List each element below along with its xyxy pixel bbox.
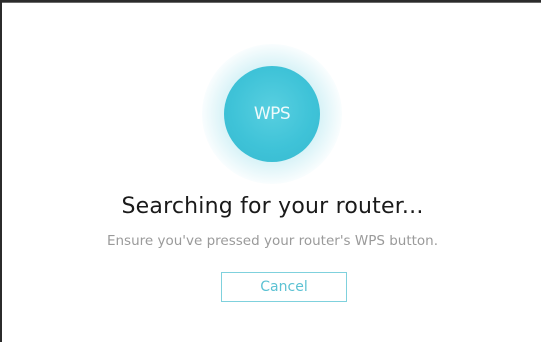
wps-icon: WPS bbox=[224, 66, 320, 162]
wps-search-dialog: WPS Searching for your router... Ensure … bbox=[0, 0, 541, 342]
wps-label: WPS bbox=[253, 104, 291, 124]
cancel-button[interactable]: Cancel bbox=[221, 272, 347, 302]
status-subtitle: Ensure you've pressed your router's WPS … bbox=[106, 233, 439, 249]
status-title: Searching for your router... bbox=[121, 194, 424, 219]
